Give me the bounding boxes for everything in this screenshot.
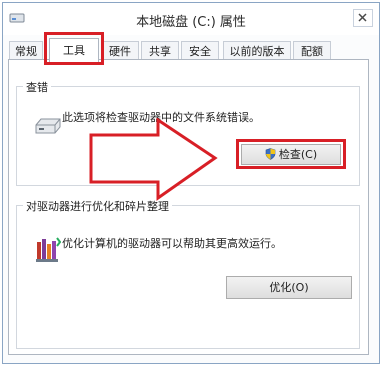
defrag-icon (35, 236, 62, 267)
shield-icon (265, 147, 276, 166)
tab-hardware[interactable]: 硬件 (101, 41, 139, 61)
tools-panel: 查错 此选项将检查驱动器中的文件系统错误。 检查(C) 对驱动器进行优化和碎片整… (8, 59, 369, 355)
tab-quota[interactable]: 配额 (293, 41, 331, 61)
optimize-description: 优化计算机的驱动器可以帮助其更高效运行。 (62, 237, 282, 250)
check-button-label: 检查(C) (278, 148, 318, 161)
tab-general[interactable]: 常规 (9, 41, 43, 61)
optimize-button[interactable]: 优化(O) (226, 276, 352, 299)
close-button[interactable] (353, 9, 373, 27)
window-title: 本地磁盘 (C:) 属性 (136, 15, 246, 30)
title-bar: 本地磁盘 (C:) 属性 (3, 3, 379, 35)
error-checking-title: 查错 (23, 79, 51, 95)
check-button[interactable]: 检查(C) (241, 144, 341, 165)
optimize-group: 对驱动器进行优化和碎片整理 优化计算机的驱动器可以帮助其更高效运行。 优化(O) (16, 198, 360, 349)
tab-sharing[interactable]: 共享 (141, 41, 179, 61)
tab-security[interactable]: 安全 (181, 41, 219, 61)
close-icon (358, 13, 367, 22)
tools-tab-highlight (44, 32, 104, 65)
right-arrow-icon (89, 118, 218, 201)
drive-icon (33, 117, 63, 140)
tab-previous-versions[interactable]: 以前的版本 (223, 41, 291, 61)
